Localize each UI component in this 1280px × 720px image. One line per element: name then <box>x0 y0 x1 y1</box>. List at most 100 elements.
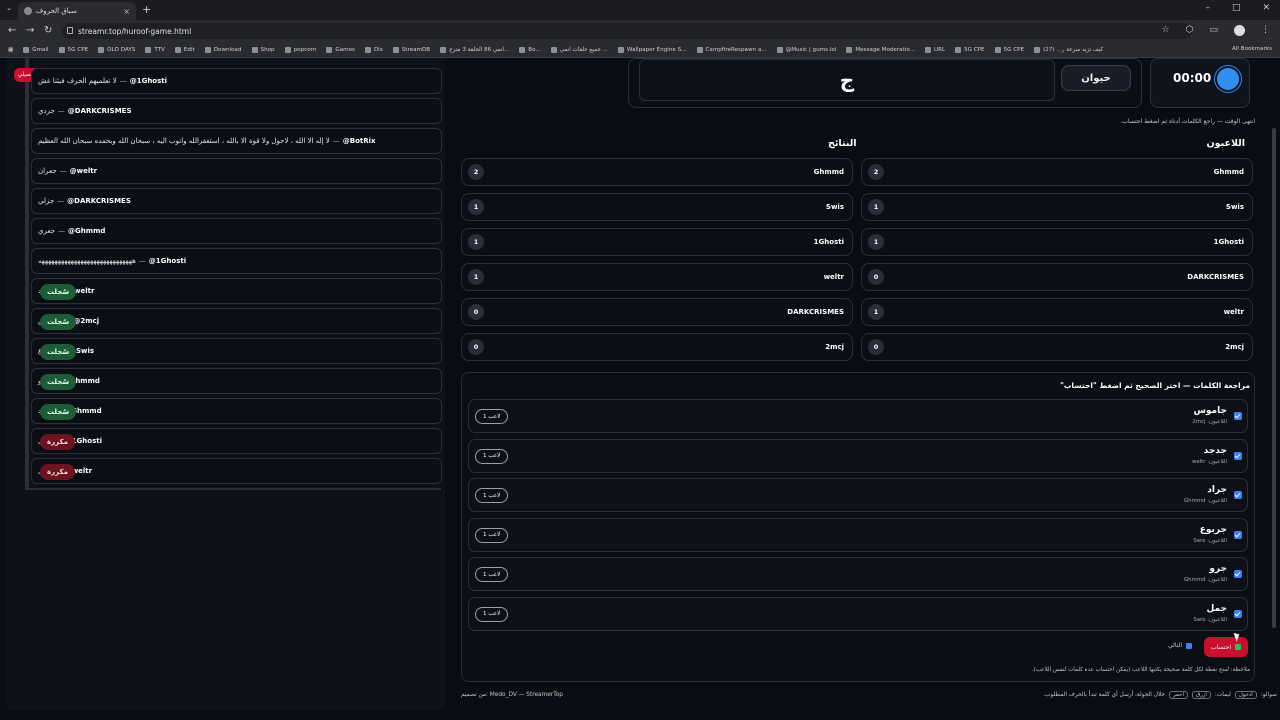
bookmark-item[interactable]: URL <box>925 46 945 53</box>
bookmark-item[interactable]: Gmail <box>23 46 49 53</box>
word-checkbox[interactable] <box>1234 412 1242 420</box>
back-icon[interactable]: ← <box>8 25 16 36</box>
result-card: Ghmmd 2 <box>461 158 853 186</box>
bookmark-item[interactable]: Dis <box>364 46 383 53</box>
next-label: التالي <box>1168 642 1182 649</box>
chat-scrollbar[interactable] <box>25 58 29 488</box>
chat-username: @Ghmmd <box>68 227 106 235</box>
browser-tab-strip: ⌄ سباق الحروف × + – □ ✕ <box>0 0 1280 20</box>
chat-text: جعران <box>38 167 57 175</box>
chat-message: @weltr—جملمكررة <box>31 458 442 484</box>
bookmark-item[interactable]: 5G CPE <box>994 46 1025 53</box>
bookmark-item[interactable]: CampfireRespawn a... <box>696 46 767 53</box>
bookmark-item[interactable]: Message Moderatio... <box>846 46 915 53</box>
minimize-icon[interactable]: – <box>1205 3 1210 13</box>
bookmark-item[interactable]: جميع حلقات انمي ... <box>550 46 608 53</box>
chat-text: هههههههههههههههههههههههههههههه <box>38 257 136 265</box>
url-field[interactable]: streamr.top/huroof-game.html <box>62 23 1192 39</box>
chat-message: @DARKCRISMES — جزلي <box>31 188 442 214</box>
close-window-icon[interactable]: ✕ <box>1262 3 1270 13</box>
chat-username: @1Ghosti <box>148 257 187 265</box>
word-checkbox[interactable] <box>1234 570 1242 578</box>
chat-horizontal-scrollbar[interactable] <box>25 488 441 490</box>
bookmark-icon <box>776 46 783 53</box>
player-card: 2mcj 0 <box>861 333 1253 361</box>
sidebar-icon[interactable]: ▭ <box>1209 25 1218 36</box>
timer-status-dot <box>1217 68 1239 90</box>
bookmark-star-icon[interactable]: ☆ <box>1162 25 1170 36</box>
bookmarks-bar: ▦ Gmail 5G CPE OLD DAYS TTV Edit Download Shop… <box>0 42 1280 58</box>
bookmark-item[interactable]: كيف تزيد سرعة ر... (27) <box>1034 46 1103 53</box>
browser-tab[interactable]: سباق الحروف × <box>18 2 136 20</box>
bookmark-label: Dis <box>373 46 383 53</box>
tab-title: سباق الحروف <box>36 7 77 15</box>
chat-separator: — <box>59 167 67 175</box>
player-card: 1Ghosti 1 <box>861 228 1253 256</box>
chat-username: @DARKCRISMES <box>67 197 131 205</box>
chat-message: @2mcj—جاموسسُجلت <box>31 308 442 334</box>
bookmark-item[interactable]: Wallpaper Engine S... <box>617 46 687 53</box>
bookmark-icon <box>145 46 152 53</box>
instructions-label: سوالو: <box>1260 692 1277 698</box>
player-name: weltr <box>1223 308 1244 316</box>
bookmark-item[interactable]: 5G CPE <box>955 46 985 53</box>
page-scrollbar[interactable] <box>1272 128 1276 628</box>
review-word-row[interactable]: جمل اللاعبون: Swis 1 لاعب <box>468 596 1248 631</box>
player-points: 1 <box>868 199 884 215</box>
category-button[interactable]: حيوان <box>1061 65 1131 91</box>
result-card: Swis 1 <box>461 193 853 221</box>
word-checkbox[interactable] <box>1234 609 1242 618</box>
player-points: 0 <box>468 339 484 355</box>
profile-avatar[interactable] <box>1234 25 1245 36</box>
player-name: 2mcj <box>825 343 844 351</box>
review-word-row[interactable]: جربوع اللاعبون: Swis 1 لاعب <box>468 517 1248 552</box>
bookmark-item[interactable]: 5G CPE <box>58 46 88 53</box>
tab-search-icon[interactable]: ⌄ <box>4 4 14 14</box>
bookmark-item[interactable]: OLD DAYS <box>98 46 135 53</box>
chat-message: @1Ghosti — لا تعلميهم الحرف فيئنا غش <box>31 68 442 94</box>
duplicate-badge: مكررة <box>40 434 75 450</box>
word-checkbox[interactable] <box>1234 451 1242 460</box>
maximize-icon[interactable]: □ <box>1232 3 1241 13</box>
extensions-icon[interactable]: ⬡ <box>1186 25 1194 36</box>
player-name: Ghmmd <box>813 168 844 176</box>
review-word-row[interactable]: جاموس اللاعبون: 2mcj 1 لاعب <box>468 399 1248 433</box>
bookmark-item[interactable]: popcorn <box>284 46 316 53</box>
review-word-row[interactable]: جراد اللاعبون: Ghmmd 1 لاعب <box>468 478 1248 512</box>
review-word-row[interactable]: جدجد اللاعبون: weltr 1 لاعب <box>468 438 1248 473</box>
bookmark-label: انمي 86 الحلقة 3 مترج... <box>449 46 510 53</box>
duplicate-badge: مكررة <box>40 464 75 480</box>
bookmark-item[interactable]: Bo... <box>519 46 541 53</box>
review-panel: مراجعة الكلمات — اختر الصحيح ثم اضغط "اح… <box>461 372 1255 682</box>
recorded-badge: سُجلت <box>40 374 77 390</box>
next-button[interactable]: التالي <box>1168 642 1192 649</box>
apps-icon[interactable]: ▦ <box>8 47 13 53</box>
bookmark-item[interactable]: @Music | gums.lol <box>776 46 836 53</box>
bookmark-item[interactable]: Download <box>204 46 242 53</box>
review-word-row[interactable]: جرو اللاعبون: Ghmmd 1 لاعب <box>468 557 1248 591</box>
close-tab-icon[interactable]: × <box>123 7 130 16</box>
chat-username: @1Ghosti <box>129 77 168 85</box>
player-points: 1 <box>868 304 884 320</box>
bookmark-item[interactable]: انمي 86 الحلقة 3 مترج... <box>440 46 510 53</box>
player-points: 2 <box>868 164 884 180</box>
all-bookmarks[interactable]: All Bookmarks <box>1232 46 1272 52</box>
menu-dots-icon[interactable]: ⋮ <box>1261 25 1270 36</box>
bookmark-item[interactable]: Games <box>326 46 355 53</box>
bookmark-item[interactable]: Edit <box>174 46 195 53</box>
bookmark-item[interactable]: TTV <box>145 46 165 53</box>
word-checkbox[interactable] <box>1234 491 1242 499</box>
calculate-button[interactable]: احتساب <box>1204 637 1248 657</box>
bookmark-item[interactable]: StreamDB <box>392 46 431 53</box>
reload-icon[interactable]: ↻ <box>44 25 52 36</box>
word-checkbox[interactable] <box>1234 530 1242 539</box>
result-card: DARKCRISMES 0 <box>461 298 853 326</box>
result-card: 2mcj 0 <box>461 333 853 361</box>
new-tab-icon[interactable]: + <box>142 3 151 16</box>
forward-icon[interactable]: → <box>26 25 34 36</box>
bookmark-icon <box>364 46 371 53</box>
bookmark-label: 5G CPE <box>1003 46 1025 53</box>
bookmark-item[interactable]: Shop <box>251 46 275 53</box>
bookmark-label: StreamDB <box>401 46 431 53</box>
word-text: جمل <box>1206 603 1227 614</box>
